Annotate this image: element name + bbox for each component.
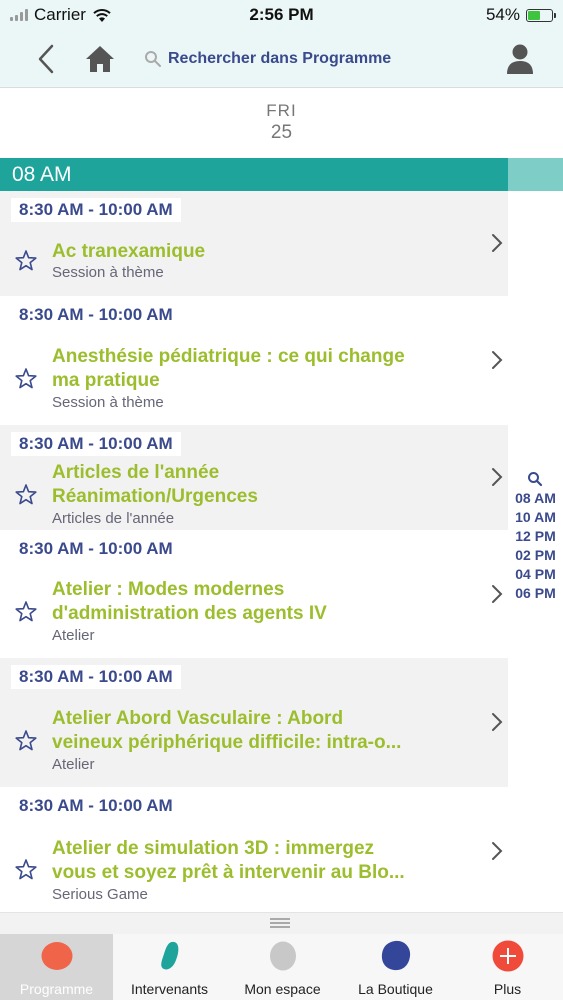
programme-tab-icon xyxy=(41,942,72,970)
hour-section-header-index-cap xyxy=(508,158,563,191)
date-header[interactable]: FRI 25 xyxy=(0,88,563,158)
session-time: 8:30 AM - 10:00 AM xyxy=(11,537,181,561)
session-type: Atelier xyxy=(52,756,95,773)
hour-section-header: 08 AM xyxy=(0,158,508,191)
search-icon xyxy=(145,51,161,67)
time-index-item[interactable]: 08 AM xyxy=(508,489,563,508)
plus-tab-icon xyxy=(492,940,523,972)
battery-percent: 54% xyxy=(485,5,520,24)
session-row[interactable]: 8:30 AM - 10:00 AM Atelier de simulation… xyxy=(0,787,508,912)
chevron-right-icon xyxy=(492,468,503,486)
chevron-right-icon xyxy=(492,234,503,252)
tab-programme[interactable]: Programme xyxy=(0,934,113,1000)
tab-label: Mon espace xyxy=(244,981,321,997)
chevron-right-icon xyxy=(492,351,503,369)
chevron-right-icon xyxy=(492,585,503,603)
session-type: Serious Game xyxy=(52,886,148,903)
favorite-star-icon[interactable] xyxy=(14,729,38,753)
favorite-star-icon[interactable] xyxy=(14,858,38,882)
session-row[interactable]: 8:30 AM - 10:00 AM Anesthésie pédiatriqu… xyxy=(0,296,508,425)
tab-label: La Boutique xyxy=(358,981,433,997)
session-time: 8:30 AM - 10:00 AM xyxy=(11,432,181,456)
session-row[interactable]: 8:30 AM - 10:00 AM Articles de l'année R… xyxy=(0,425,508,530)
cellular-signal-icon xyxy=(10,9,28,21)
tab-la-boutique[interactable]: La Boutique xyxy=(339,934,452,1000)
search-field[interactable]: Rechercher dans Programme xyxy=(144,46,391,72)
session-time: 8:30 AM - 10:00 AM xyxy=(11,198,181,222)
session-row[interactable]: 8:30 AM - 10:00 AM Ac tranexamique Sessi… xyxy=(0,191,508,296)
session-type: Session à thème xyxy=(52,264,164,281)
tab-plus[interactable]: Plus xyxy=(452,934,563,1000)
user-profile-icon[interactable] xyxy=(506,42,534,76)
session-type: Articles de l'année xyxy=(52,510,175,527)
carrier-label: Carrier xyxy=(34,5,86,24)
tab-label: Plus xyxy=(493,981,522,997)
time-index-item[interactable]: 02 PM xyxy=(508,546,563,565)
drag-handle-bar[interactable] xyxy=(0,912,563,934)
tab-intervenants[interactable]: Intervenants xyxy=(113,934,226,1000)
session-type: Atelier xyxy=(52,627,95,644)
status-bar: Carrier 2:56 PM 54% xyxy=(0,0,563,30)
session-title: Atelier Abord Vasculaire : Abord veineux… xyxy=(52,708,402,753)
date-number: 25 xyxy=(270,122,293,143)
status-time: 2:56 PM xyxy=(249,5,314,24)
session-title: Atelier de simulation 3D : immergez vous… xyxy=(52,838,405,883)
session-row[interactable]: 8:30 AM - 10:00 AM Atelier Abord Vascula… xyxy=(0,658,508,787)
navigation-bar: Rechercher dans Programme xyxy=(0,30,563,88)
back-chevron-icon[interactable] xyxy=(34,42,58,76)
wifi-icon xyxy=(93,8,111,22)
session-time: 8:30 AM - 10:00 AM xyxy=(11,303,181,327)
battery-icon xyxy=(526,8,556,22)
la-boutique-tab-icon xyxy=(381,940,410,971)
index-search-icon[interactable] xyxy=(527,471,543,487)
session-time: 8:30 AM - 10:00 AM xyxy=(11,665,181,689)
intervenants-tab-icon xyxy=(160,941,178,970)
session-type: Session à thème xyxy=(52,394,164,411)
session-title: Ac tranexamique xyxy=(52,241,206,262)
chevron-right-icon xyxy=(492,713,503,731)
favorite-star-icon[interactable] xyxy=(14,367,38,391)
favorite-star-icon[interactable] xyxy=(14,483,38,507)
time-index-item[interactable]: 10 AM xyxy=(508,508,563,527)
search-placeholder: Rechercher dans Programme xyxy=(168,50,392,67)
home-icon[interactable] xyxy=(84,44,116,74)
date-day: FRI xyxy=(266,101,297,120)
session-time: 8:30 AM - 10:00 AM xyxy=(11,794,181,818)
time-index-item[interactable]: 04 PM xyxy=(508,565,563,584)
session-title: Anesthésie pédiatrique : ce qui change m… xyxy=(52,346,405,391)
tab-label: Intervenants xyxy=(130,981,209,997)
session-title: Atelier : Modes modernes d'administratio… xyxy=(52,579,327,624)
chevron-right-icon xyxy=(492,842,503,860)
session-title: Articles de l'année Réanimation/Urgences xyxy=(52,462,258,507)
tab-bar: Programme Intervenants Mon espace La Bou… xyxy=(0,934,563,1000)
favorite-star-icon[interactable] xyxy=(14,600,38,624)
tab-label: Programme xyxy=(19,981,94,997)
favorite-star-icon[interactable] xyxy=(14,249,38,273)
mon-espace-tab-icon xyxy=(269,941,296,971)
time-index-item[interactable]: 06 PM xyxy=(508,584,563,603)
time-index-item[interactable]: 12 PM xyxy=(508,527,563,546)
session-row[interactable]: 8:30 AM - 10:00 AM Atelier : Modes moder… xyxy=(0,530,508,658)
tab-mon-espace[interactable]: Mon espace xyxy=(226,934,339,1000)
